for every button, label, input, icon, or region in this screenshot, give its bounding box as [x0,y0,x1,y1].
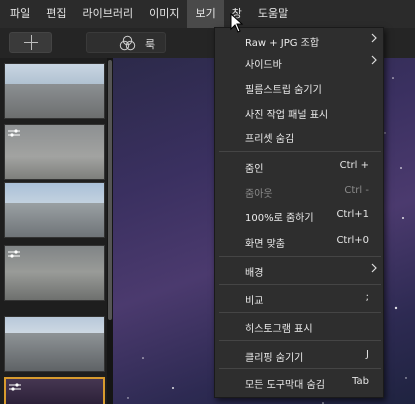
menu-item-label: 사진 작업 패널 표시 [245,110,329,121]
filmstrip-thumbnail-selected[interactable] [4,377,105,404]
looks-circles-icon [119,35,136,51]
menu-image[interactable]: 이미지 [141,0,187,28]
menu-item-show-photo-panel[interactable]: 사진 작업 패널 표시 [215,101,383,123]
menu-item-label: 줌인 [245,164,264,175]
menu-item-show-histogram[interactable]: 히스토그램 표시 [215,315,383,337]
menu-item-shortcut: Ctrl+1 [336,209,369,220]
menu-separator [219,312,381,313]
adjustments-icon [8,250,20,258]
menu-item-label: 필름스트립 숨기기 [245,85,322,96]
looks-button[interactable]: 룩 [86,32,166,53]
menu-item-label: 줌아웃 [245,189,273,200]
menu-item-shortcut: Tab [352,376,369,387]
menu-item-hide-clipping[interactable]: 클리핑 숨기기 J [215,344,383,366]
adjustments-icon [9,383,21,391]
menu-item-zoom-out: 줌아웃 Ctrl - [215,180,383,202]
filmstrip-scroll-thumb[interactable] [108,60,112,320]
filmstrip [0,58,113,404]
chevron-right-icon [371,55,377,65]
adjustments-icon [8,129,20,137]
menu-separator [219,151,381,152]
menu-item-background[interactable]: 배경 [215,259,383,281]
menu-separator [219,340,381,341]
looks-label: 룩 [145,38,156,51]
menu-item-label: 클리핑 숨기기 [245,353,304,364]
menu-bar: 파일 편집 라이브러리 이미지 보기 창 도움말 [0,0,415,28]
menu-file[interactable]: 파일 [0,0,38,28]
menu-item-shortcut: Ctrl + [339,160,369,171]
filmstrip-thumbnail[interactable] [4,245,105,301]
menu-item-shortcut: J [366,349,369,360]
mouse-cursor-icon [230,13,244,33]
filmstrip-thumbnail[interactable] [4,63,105,119]
menu-item-hide-all-toolbars[interactable]: 모든 도구막대 숨김 Tab [215,371,383,393]
menu-item-sidebar[interactable]: 사이드바 [215,51,383,73]
menu-view[interactable]: 보기 [187,0,224,28]
menu-item-shortcut: ; [365,292,369,303]
chevron-right-icon [371,263,377,273]
menu-separator [219,256,381,257]
menu-item-label: 모든 도구막대 숨김 [245,380,325,391]
menu-item-label: 비교 [245,296,264,307]
view-menu-dropdown: Raw + JPG 조합 사이드바 필름스트립 숨기기 사진 작업 패널 표시 … [214,27,384,398]
menu-item-compare[interactable]: 비교 ; [215,287,383,309]
filmstrip-thumbnail[interactable] [4,316,105,372]
chevron-right-icon [371,33,377,43]
menu-item-label: 사이드바 [245,60,282,71]
menu-edit[interactable]: 편집 [38,0,74,28]
menu-item-label: 히스토그램 표시 [245,324,313,335]
add-button[interactable] [9,32,52,53]
menu-item-zoom-100[interactable]: 100%로 줌하기 Ctrl+1 [215,204,383,226]
filmstrip-thumbnail[interactable] [4,124,105,180]
menu-library[interactable]: 라이브러리 [75,0,142,28]
menu-item-shortcut: Ctrl - [344,185,369,196]
menu-item-shortcut: Ctrl+0 [336,235,369,246]
filmstrip-thumbnail[interactable] [4,182,105,238]
menu-item-zoom-in[interactable]: 줌인 Ctrl + [215,155,383,177]
menu-item-label: 배경 [245,268,264,279]
menu-item-hide-filmstrip[interactable]: 필름스트립 숨기기 [215,76,383,98]
menu-separator [219,284,381,285]
menu-item-label: 100%로 줌하기 [245,213,314,224]
menu-item-label: Raw + JPG 조합 [245,38,320,49]
menu-item-label: 프리셋 숨김 [245,134,295,145]
menu-item-hide-presets[interactable]: 프리셋 숨김 [215,125,383,147]
menu-item-label: 화면 맞춤 [245,239,285,250]
menu-item-fit-screen[interactable]: 화면 맞춤 Ctrl+0 [215,230,383,252]
menu-separator [219,368,381,369]
menu-help[interactable]: 도움말 [250,0,296,28]
